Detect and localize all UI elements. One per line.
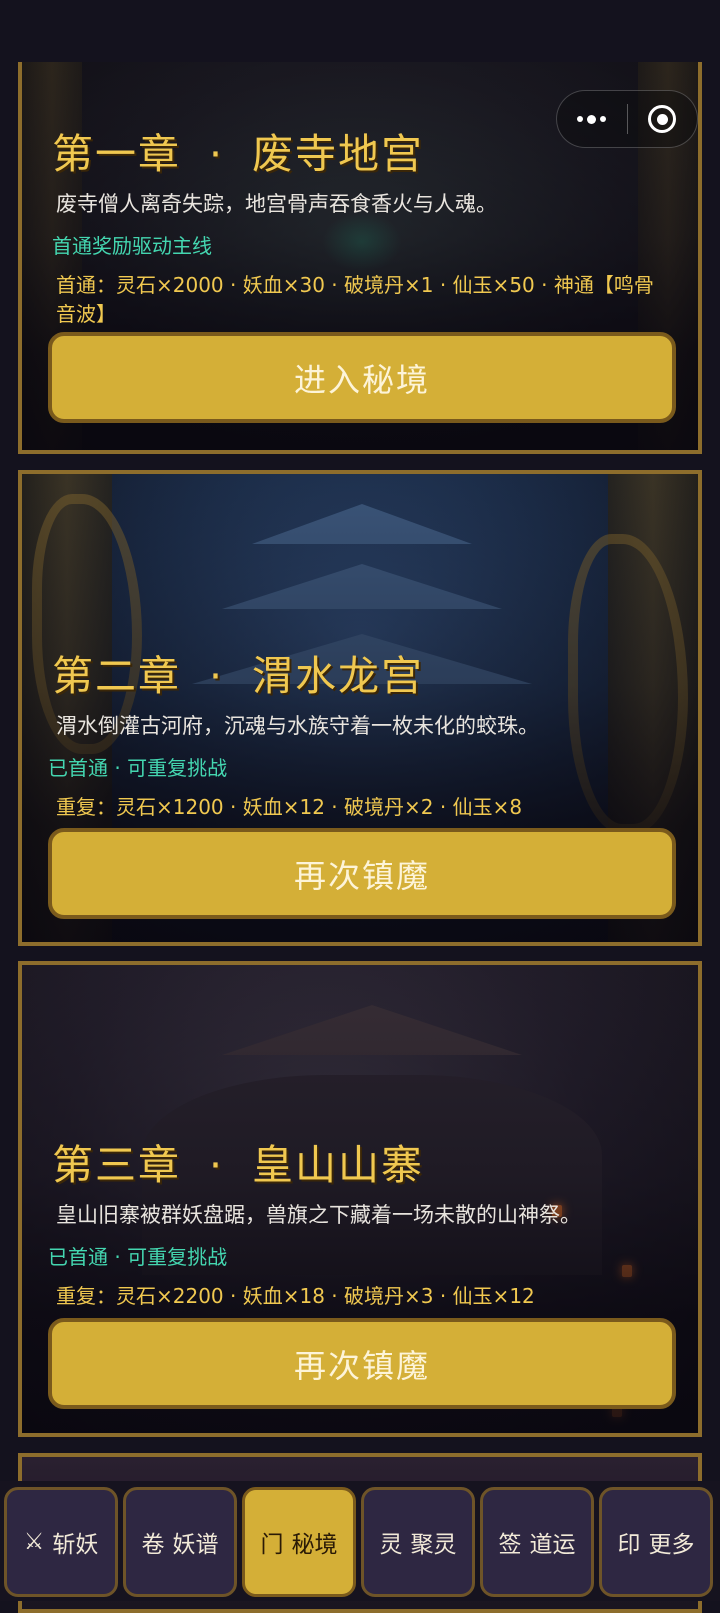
chapter-status: 已首通 · 可重复挑战	[48, 756, 228, 780]
tab-label: 聚灵	[410, 1532, 457, 1558]
more-dots-icon	[577, 114, 607, 124]
enter-realm-button[interactable]: 进入秘境	[48, 332, 676, 423]
tab-label: 妖谱	[172, 1532, 219, 1558]
chapter-status: 首通奖励驱动主线	[52, 234, 212, 258]
chapter-title: 第二章 · 渭水龙宫	[52, 652, 425, 700]
chapter-description: 废寺僧人离奇失踪，地宫骨声吞食香火与人魂。	[56, 192, 497, 216]
tab-label: 更多	[648, 1532, 695, 1558]
tab-label: 斩妖	[52, 1532, 99, 1558]
chapter-description: 皇山旧寨被群妖盘踞，兽旗之下藏着一场未散的山神祭。	[56, 1203, 581, 1227]
tab-label: 秘境	[291, 1532, 338, 1558]
chapter-reward: 首通：灵石×2000 · 妖血×30 · 破境丹×1 · 仙玉×50 · 神通【…	[56, 273, 654, 326]
more-button[interactable]	[557, 91, 627, 147]
tab-demon-codex[interactable]: 卷 妖谱	[123, 1487, 237, 1597]
close-miniprogram-button[interactable]	[628, 91, 698, 147]
tab-gather-spirit[interactable]: 灵 聚灵	[361, 1487, 475, 1597]
tab-more[interactable]: 印 更多	[599, 1487, 713, 1597]
target-icon	[648, 105, 677, 133]
bottom-tab-bar: ⚔ 斩妖 卷 妖谱 门 秘境 灵 聚灵 签 道运 印 更多	[0, 1481, 720, 1601]
chapter-title: 第三章 · 皇山山寨	[52, 1141, 425, 1189]
chapter-card-2: 第二章 · 渭水龙宫 渭水倒灌古河府，沉魂与水族守着一枚未化的蛟珠。 已首通 · 可…	[18, 470, 702, 946]
chapter-status: 已首通 · 可重复挑战	[48, 1245, 228, 1269]
tab-secret-realm[interactable]: 门 秘境	[242, 1487, 356, 1597]
tab-fortune[interactable]: 签 道运	[480, 1487, 594, 1597]
re-challenge-button[interactable]: 再次镇魔	[48, 828, 676, 919]
crossed-swords-icon: ⚔	[23, 1529, 45, 1555]
chapter-reward: 重复：灵石×1200 · 妖血×12 · 破境丹×2 · 仙玉×8	[56, 795, 523, 819]
miniprogram-capsule	[556, 90, 698, 148]
chapter-reward: 重复：灵石×2200 · 妖血×18 · 破境丹×3 · 仙玉×12	[56, 1284, 535, 1308]
tab-label: 道运	[529, 1532, 576, 1558]
seal-icon: 印	[617, 1532, 641, 1558]
lot-icon: 签	[498, 1532, 522, 1558]
re-challenge-button[interactable]: 再次镇魔	[48, 1318, 676, 1409]
spirit-icon: 灵	[379, 1532, 403, 1558]
chapter-description: 渭水倒灌古河府，沉魂与水族守着一枚未化的蛟珠。	[56, 714, 539, 738]
scroll-icon: 卷	[141, 1532, 165, 1558]
tab-slay-demons[interactable]: ⚔ 斩妖	[4, 1487, 118, 1597]
gate-icon: 门	[260, 1532, 284, 1558]
chapter-card-3: 第三章 · 皇山山寨 皇山旧寨被群妖盘踞，兽旗之下藏着一场未散的山神祭。 已首通 ·…	[18, 961, 702, 1437]
